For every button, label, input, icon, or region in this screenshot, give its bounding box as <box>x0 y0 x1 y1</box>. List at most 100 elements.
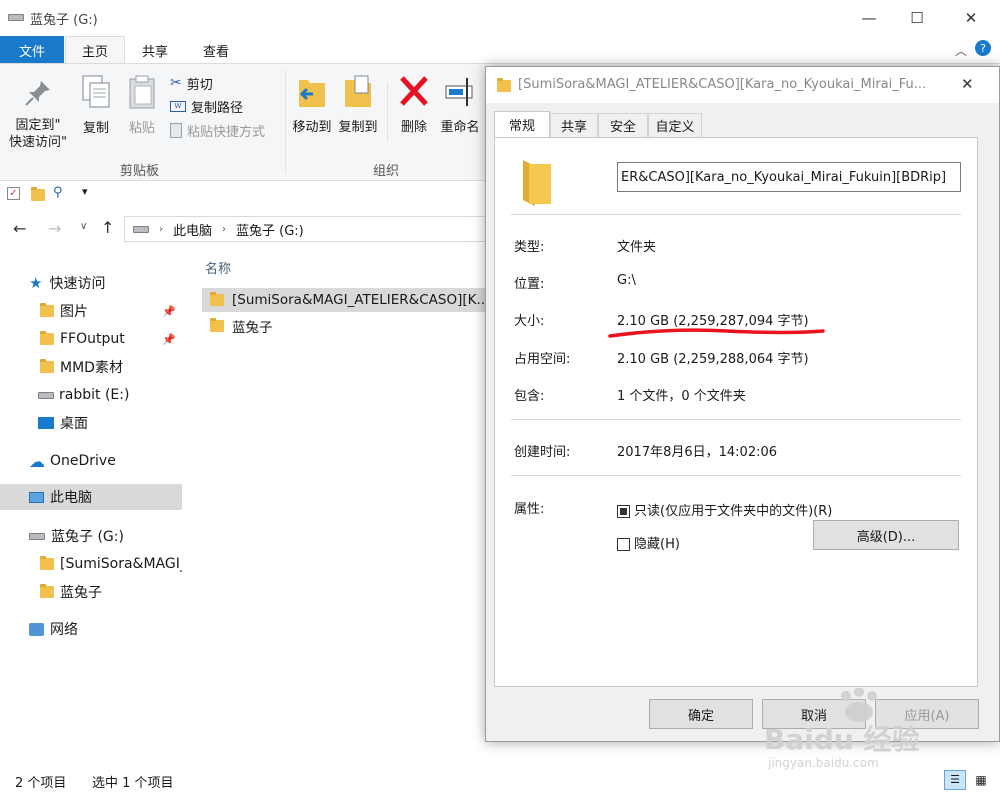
nav-network[interactable]: 网络 <box>0 616 182 642</box>
nav-label: 快速访问 <box>49 276 106 292</box>
nav-ffoutput[interactable]: FFOutput 📌 <box>0 326 182 352</box>
type-value: 文件夹 <box>617 240 657 255</box>
tab-home[interactable]: 主页 <box>65 36 125 64</box>
maximize-button[interactable]: ☐ <box>894 0 940 36</box>
tab-customize[interactable]: 自定义 <box>648 113 702 137</box>
dialog-close-icon[interactable]: ✕ <box>961 75 974 93</box>
pin-quick-access-button[interactable]: 固定到" 快速访问" <box>4 78 72 151</box>
folder-name-input[interactable]: ER&CASO][Kara_no_Kyoukai_Mirai_Fukuin][B… <box>617 162 961 192</box>
pin-icon: 📌 <box>162 332 176 346</box>
copy-path-label: 复制路径 <box>191 100 244 116</box>
divider <box>511 214 961 215</box>
delete-icon <box>400 76 428 106</box>
copy-path-button[interactable]: W 复制路径 <box>170 95 243 117</box>
table-row[interactable]: [SumiSora&MAGI_ATELIER&CASO][K... <box>202 288 492 312</box>
breadcrumb-this-pc[interactable]: 此电脑 <box>173 220 212 239</box>
ribbon-separator <box>285 70 286 174</box>
file-list: 名称 [SumiSora&MAGI_ATELIER&CASO][K... 蓝兔子 <box>186 250 492 770</box>
nav-desktop[interactable]: 桌面 <box>0 410 182 436</box>
tab-sharing[interactable]: 共享 <box>550 113 598 137</box>
nav-onedrive[interactable]: ☁ OneDrive <box>0 448 182 474</box>
hidden-checkbox[interactable]: 隐藏(H) <box>617 533 680 552</box>
selected-count: 选中 1 个项目 <box>92 776 174 791</box>
customize-qat-icon[interactable]: ▾ <box>82 185 88 198</box>
quick-access-toolbar: ✓ ⚲ ▾ <box>0 181 490 207</box>
contains-value: 1 个文件，0 个文件夹 <box>617 389 746 404</box>
cut-label: 剪切 <box>186 77 213 93</box>
divider <box>511 419 961 420</box>
nav-this-pc[interactable]: 此电脑 <box>0 484 182 510</box>
nav-mmd[interactable]: MMD素材 <box>0 354 182 380</box>
maximize-icon: ☐ <box>910 9 924 27</box>
back-icon[interactable]: ← <box>13 219 26 238</box>
created-label: 创建时间: <box>514 445 571 460</box>
copy-to-icon <box>345 75 371 107</box>
address-bar[interactable]: › 此电脑 › 蓝兔子 (G:) <box>124 216 494 242</box>
nav-label: 蓝兔子 <box>60 585 102 601</box>
ok-button[interactable]: 确定 <box>649 699 753 729</box>
item-count: 2 个项目 <box>15 776 67 791</box>
new-folder-icon[interactable] <box>31 187 45 201</box>
location-label: 位置: <box>514 277 545 292</box>
cut-button[interactable]: ✂ 剪切 <box>170 72 213 94</box>
tab-general[interactable]: 常规 <box>494 111 550 137</box>
watermark-brand: Baidu 经验 <box>764 723 920 756</box>
drive-icon <box>38 391 54 399</box>
nav-quick-access[interactable]: ★ 快速访问 <box>0 270 182 296</box>
folder-icon <box>210 318 224 332</box>
move-to-button[interactable]: 移动到 <box>290 74 334 136</box>
rename-qat-icon[interactable]: ⚲ <box>53 185 63 200</box>
rename-button[interactable]: 重命名 <box>437 74 483 136</box>
tab-view[interactable]: 查看 <box>186 36 246 64</box>
paste-shortcut-icon <box>170 122 182 138</box>
advanced-button[interactable]: 高级(D)... <box>813 520 959 550</box>
breadcrumb-drive[interactable]: 蓝兔子 (G:) <box>236 220 304 239</box>
nav-sumisora-folder[interactable]: [SumiSora&MAGI_ <box>0 551 182 577</box>
nav-label: MMD素材 <box>60 360 123 376</box>
delete-button[interactable]: 删除 <box>394 74 434 136</box>
folder-icon <box>210 292 224 306</box>
minimize-button[interactable]: — <box>846 0 892 36</box>
chevron-right-icon: › <box>222 223 227 235</box>
copy-label: 复制 <box>82 121 109 136</box>
column-header-name[interactable]: 名称 <box>205 258 231 277</box>
close-icon: ✕ <box>964 9 978 27</box>
recent-locations-icon[interactable]: ∨ <box>80 221 87 232</box>
folder-icon <box>497 78 511 92</box>
watermark-url: jingyan.baidu.com <box>768 756 879 770</box>
row-name: [SumiSora&MAGI_ATELIER&CASO][K... <box>232 292 490 308</box>
copy-to-button[interactable]: 复制到 <box>336 74 380 136</box>
readonly-checkbox[interactable]: 只读(仅应用于文件夹中的文件)(R) <box>617 500 832 519</box>
properties-dialog: [SumiSora&MAGI_ATELIER&CASO][Kara_no_Kyo… <box>485 66 1000 742</box>
copy-button[interactable]: 复制 <box>76 74 116 137</box>
nav-drive-g[interactable]: 蓝兔子 (G:) <box>0 523 182 549</box>
large-icons-view-icon[interactable]: ▦ <box>970 770 992 790</box>
properties-icon[interactable]: ✓ <box>7 187 20 200</box>
nav-rabbit-folder[interactable]: 蓝兔子 <box>0 579 182 605</box>
nav-pictures[interactable]: 图片 📌 <box>0 298 182 324</box>
close-button[interactable]: ✕ <box>948 0 994 36</box>
help-icon[interactable]: ? <box>975 40 991 56</box>
collapse-ribbon-icon[interactable]: ︿ <box>955 42 967 59</box>
created-value: 2017年8月6日，14:02:06 <box>617 445 778 460</box>
disk-size-label: 占用空间: <box>514 352 571 367</box>
drive-icon <box>133 225 149 233</box>
rename-icon <box>445 78 473 106</box>
folder-large-icon <box>523 160 551 206</box>
paste-button[interactable]: 粘贴 <box>122 74 162 137</box>
paste-icon <box>129 75 155 109</box>
nav-label: 网络 <box>50 622 78 638</box>
rename-label: 重命名 <box>440 120 480 135</box>
drive-icon <box>8 14 24 21</box>
nav-rabbit-drive[interactable]: rabbit (E:) <box>0 382 182 408</box>
baidu-watermark: Baidu 经验 jingyan.baidu.com <box>760 688 960 778</box>
tab-file[interactable]: 文件 <box>0 36 64 64</box>
tab-share[interactable]: 共享 <box>126 36 184 64</box>
forward-icon[interactable]: → <box>48 219 61 238</box>
paste-shortcut-button[interactable]: 粘贴快捷方式 <box>170 119 265 141</box>
up-icon[interactable]: ↑ <box>101 218 114 237</box>
tab-security[interactable]: 安全 <box>598 113 648 137</box>
table-row[interactable]: 蓝兔子 <box>202 314 492 338</box>
nav-label: 此电脑 <box>50 490 92 506</box>
window-title: 蓝兔子 (G:) <box>30 13 98 28</box>
